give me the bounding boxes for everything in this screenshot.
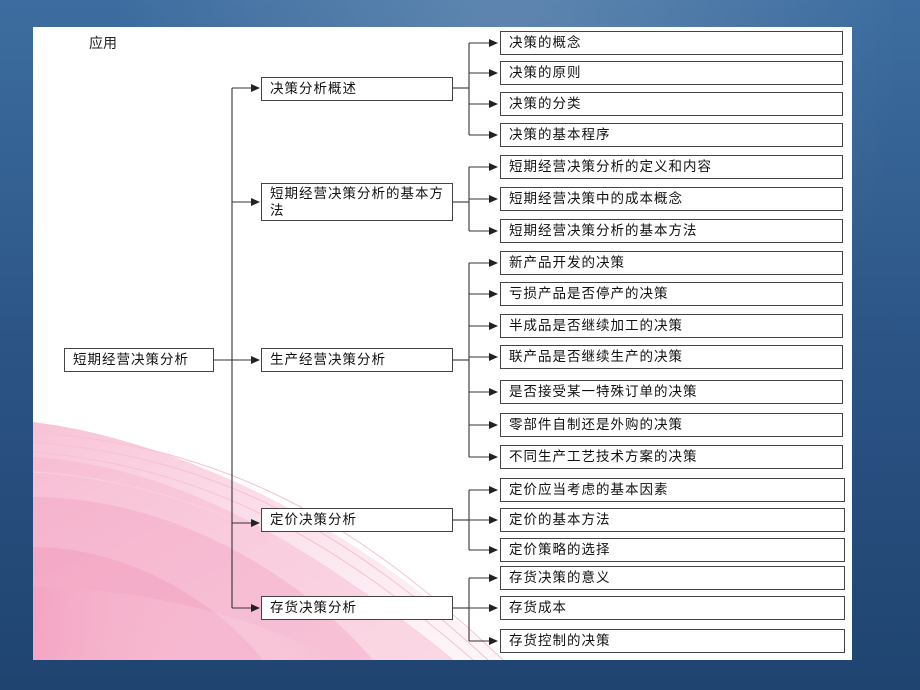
branch-node: 生产经营决策分析 <box>261 348 453 372</box>
leaf-node: 存货成本 <box>500 596 845 620</box>
leaf-node: 半成品是否继续加工的决策 <box>500 314 843 338</box>
slide: 应用 短期经营决策分析 决策分析概述 短期经营决策分析的基本方法 生产经营决策分… <box>33 27 852 660</box>
leaf-node: 存货决策的意义 <box>500 566 845 590</box>
leaf-node: 定价的基本方法 <box>500 508 845 532</box>
leaf-node: 亏损产品是否停产的决策 <box>500 282 843 306</box>
branch-node: 定价决策分析 <box>261 508 453 532</box>
leaf-node: 零部件自制还是外购的决策 <box>500 413 843 437</box>
branch-node: 决策分析概述 <box>261 77 453 101</box>
leaf-node: 短期经营决策中的成本概念 <box>500 187 843 211</box>
leaf-node: 不同生产工艺技术方案的决策 <box>500 445 843 469</box>
branch-node: 存货决策分析 <box>261 596 453 620</box>
leaf-node: 决策的概念 <box>500 31 843 55</box>
leaf-node: 存货控制的决策 <box>500 629 845 653</box>
leaf-node: 决策的基本程序 <box>500 123 843 147</box>
leaf-node: 新产品开发的决策 <box>500 251 843 275</box>
leaf-node: 决策的原则 <box>500 61 843 85</box>
leaf-node: 短期经营决策分析的基本方法 <box>500 219 843 243</box>
root-node: 短期经营决策分析 <box>64 348 214 372</box>
leaf-node: 是否接受某一特殊订单的决策 <box>500 380 843 404</box>
branch-node: 短期经营决策分析的基本方法 <box>261 183 453 221</box>
leaf-node: 联产品是否继续生产的决策 <box>500 345 843 369</box>
leaf-node: 决策的分类 <box>500 92 843 116</box>
leaf-node: 定价应当考虑的基本因素 <box>500 478 845 502</box>
leaf-node: 短期经营决策分析的定义和内容 <box>500 155 843 179</box>
leaf-node: 定价策略的选择 <box>500 538 845 562</box>
